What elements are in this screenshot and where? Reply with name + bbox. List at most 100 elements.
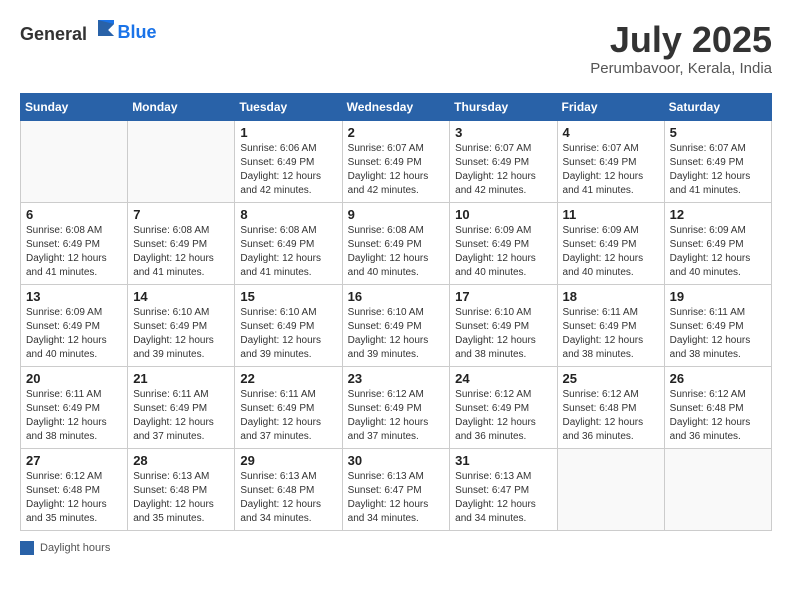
day-info: Sunrise: 6:06 AMSunset: 6:49 PMDaylight:… [240,142,336,198]
calendar-cell: 26Sunrise: 6:12 AMSunset: 6:48 PMDayligh… [664,366,771,448]
calendar-cell: 9 Sunrise: 6:08 AMSunset: 6:49 PMDaylight… [342,202,450,284]
logo-blue: Blue [118,22,157,42]
calendar-week-row: 27 Sunrise: 6:12 AMSunset: 6:48 PMDayligh… [21,448,772,530]
day-info: Sunrise: 6:09 AMSunset: 6:49 PMDaylight:… [563,224,659,280]
location-subtitle: Perumbavoor, Kerala, India [590,60,772,77]
day-number: 13 [26,289,122,304]
weekday-header-tuesday: Tuesday [235,93,342,120]
day-info: Sunrise: 6:10 AMSunset: 6:49 PMDaylight:… [240,306,336,362]
day-info: Sunrise: 6:07 AMSunset: 6:49 PMDaylight:… [563,142,659,198]
day-info: Sunrise: 6:08 AMSunset: 6:49 PMDaylight:… [240,224,336,280]
day-info: Sunrise: 6:11 AMSunset: 6:49 PMDaylight:… [26,388,122,444]
calendar-cell: 10Sunrise: 6:09 AMSunset: 6:49 PMDayligh… [450,202,557,284]
day-number: 22 [240,371,336,386]
calendar-cell [21,120,128,202]
day-number: 14 [133,289,229,304]
day-number: 29 [240,453,336,468]
calendar-cell: 5Sunrise: 6:07 AMSunset: 6:49 PMDaylight… [664,120,771,202]
calendar-cell: 12 Sunrise: 6:09 AMSunset: 6:49 PMDayligh… [664,202,771,284]
day-number: 8 [240,207,336,222]
calendar-cell: 23Sunrise: 6:12 AMSunset: 6:49 PMDayligh… [342,366,450,448]
weekday-header-saturday: Saturday [664,93,771,120]
calendar-cell: 13 Sunrise: 6:09 AMSunset: 6:49 PMDayligh… [21,284,128,366]
day-number: 23 [348,371,445,386]
day-info: Sunrise: 6:10 AMSunset: 6:49 PMDaylight:… [348,306,445,362]
day-info: Sunrise: 6:08 AMSunset: 6:49 PMDaylight:… [348,224,445,280]
day-number: 11 [563,207,659,222]
day-number: 2 [348,125,445,140]
day-info: Sunrise: 6:12 AMSunset: 6:49 PMDaylight:… [455,388,551,444]
day-info: Sunrise: 6:13 AMSunset: 6:48 PMDaylight:… [133,470,229,526]
weekday-header-friday: Friday [557,93,664,120]
calendar-cell: 28 Sunrise: 6:13 AMSunset: 6:48 PMDayligh… [128,448,235,530]
calendar-cell [128,120,235,202]
calendar-cell: 20 Sunrise: 6:11 AMSunset: 6:49 PMDayligh… [21,366,128,448]
day-info: Sunrise: 6:11 AMSunset: 6:49 PMDaylight:… [563,306,659,362]
calendar-week-row: 1 Sunrise: 6:06 AMSunset: 6:49 PMDaylight… [21,120,772,202]
day-number: 20 [26,371,122,386]
logo: General Blue [20,20,157,45]
day-number: 6 [26,207,122,222]
calendar-cell: 19 Sunrise: 6:11 AMSunset: 6:49 PMDayligh… [664,284,771,366]
day-number: 1 [240,125,336,140]
day-info: Sunrise: 6:12 AMSunset: 6:48 PMDaylight:… [563,388,659,444]
day-number: 3 [455,125,551,140]
day-number: 12 [670,207,766,222]
weekday-header-monday: Monday [128,93,235,120]
legend-label: Daylight hours [40,542,110,554]
calendar-cell: 14Sunrise: 6:10 AMSunset: 6:49 PMDayligh… [128,284,235,366]
day-info: Sunrise: 6:09 AMSunset: 6:49 PMDaylight:… [455,224,551,280]
weekday-header-sunday: Sunday [21,93,128,120]
day-number: 25 [563,371,659,386]
title-block: July 2025 Perumbavoor, Kerala, India [590,20,772,77]
day-info: Sunrise: 6:07 AMSunset: 6:49 PMDaylight:… [348,142,445,198]
calendar-cell: 6 Sunrise: 6:08 AMSunset: 6:49 PMDaylight… [21,202,128,284]
day-number: 9 [348,207,445,222]
day-info: Sunrise: 6:13 AMSunset: 6:48 PMDaylight:… [240,470,336,526]
month-title: July 2025 [590,20,772,60]
calendar-cell: 25 Sunrise: 6:12 AMSunset: 6:48 PMDayligh… [557,366,664,448]
calendar-cell: 3 Sunrise: 6:07 AMSunset: 6:49 PMDaylight… [450,120,557,202]
calendar-cell: 29 Sunrise: 6:13 AMSunset: 6:48 PMDayligh… [235,448,342,530]
day-info: Sunrise: 6:07 AMSunset: 6:49 PMDaylight:… [455,142,551,198]
calendar-cell: 2 Sunrise: 6:07 AMSunset: 6:49 PMDaylight… [342,120,450,202]
day-info: Sunrise: 6:09 AMSunset: 6:49 PMDaylight:… [26,306,122,362]
day-number: 7 [133,207,229,222]
calendar-cell: 30 Sunrise: 6:13 AMSunset: 6:47 PMDayligh… [342,448,450,530]
day-info: Sunrise: 6:07 AMSunset: 6:49 PMDaylight:… [670,142,766,198]
calendar-cell: 17Sunrise: 6:10 AMSunset: 6:49 PMDayligh… [450,284,557,366]
calendar-cell: 18 Sunrise: 6:11 AMSunset: 6:49 PMDayligh… [557,284,664,366]
calendar-cell [557,448,664,530]
calendar-week-row: 13 Sunrise: 6:09 AMSunset: 6:49 PMDayligh… [21,284,772,366]
day-info: Sunrise: 6:13 AMSunset: 6:47 PMDaylight:… [348,470,445,526]
day-info: Sunrise: 6:08 AMSunset: 6:49 PMDaylight:… [26,224,122,280]
day-number: 17 [455,289,551,304]
day-info: Sunrise: 6:11 AMSunset: 6:49 PMDaylight:… [670,306,766,362]
logo-general: General [20,24,87,44]
weekday-header-wednesday: Wednesday [342,93,450,120]
calendar-cell: 8 Sunrise: 6:08 AMSunset: 6:49 PMDaylight… [235,202,342,284]
day-number: 18 [563,289,659,304]
day-info: Sunrise: 6:09 AMSunset: 6:49 PMDaylight:… [670,224,766,280]
legend-color-box [20,541,34,555]
day-number: 31 [455,453,551,468]
calendar-cell: 11 Sunrise: 6:09 AMSunset: 6:49 PMDayligh… [557,202,664,284]
day-number: 30 [348,453,445,468]
day-number: 21 [133,371,229,386]
weekday-header-thursday: Thursday [450,93,557,120]
day-number: 19 [670,289,766,304]
day-info: Sunrise: 6:12 AMSunset: 6:48 PMDaylight:… [26,470,122,526]
day-number: 27 [26,453,122,468]
footer: Daylight hours [20,541,772,555]
day-number: 16 [348,289,445,304]
day-number: 24 [455,371,551,386]
calendar-cell: 15Sunrise: 6:10 AMSunset: 6:49 PMDayligh… [235,284,342,366]
logo-icon [94,16,118,40]
calendar-week-row: 6 Sunrise: 6:08 AMSunset: 6:49 PMDaylight… [21,202,772,284]
page-header: General Blue July 2025 Perumbavoor, Kera… [20,20,772,77]
day-number: 28 [133,453,229,468]
day-info: Sunrise: 6:11 AMSunset: 6:49 PMDaylight:… [133,388,229,444]
calendar-cell: 24 Sunrise: 6:12 AMSunset: 6:49 PMDayligh… [450,366,557,448]
day-info: Sunrise: 6:13 AMSunset: 6:47 PMDaylight:… [455,470,551,526]
day-info: Sunrise: 6:12 AMSunset: 6:48 PMDaylight:… [670,388,766,444]
